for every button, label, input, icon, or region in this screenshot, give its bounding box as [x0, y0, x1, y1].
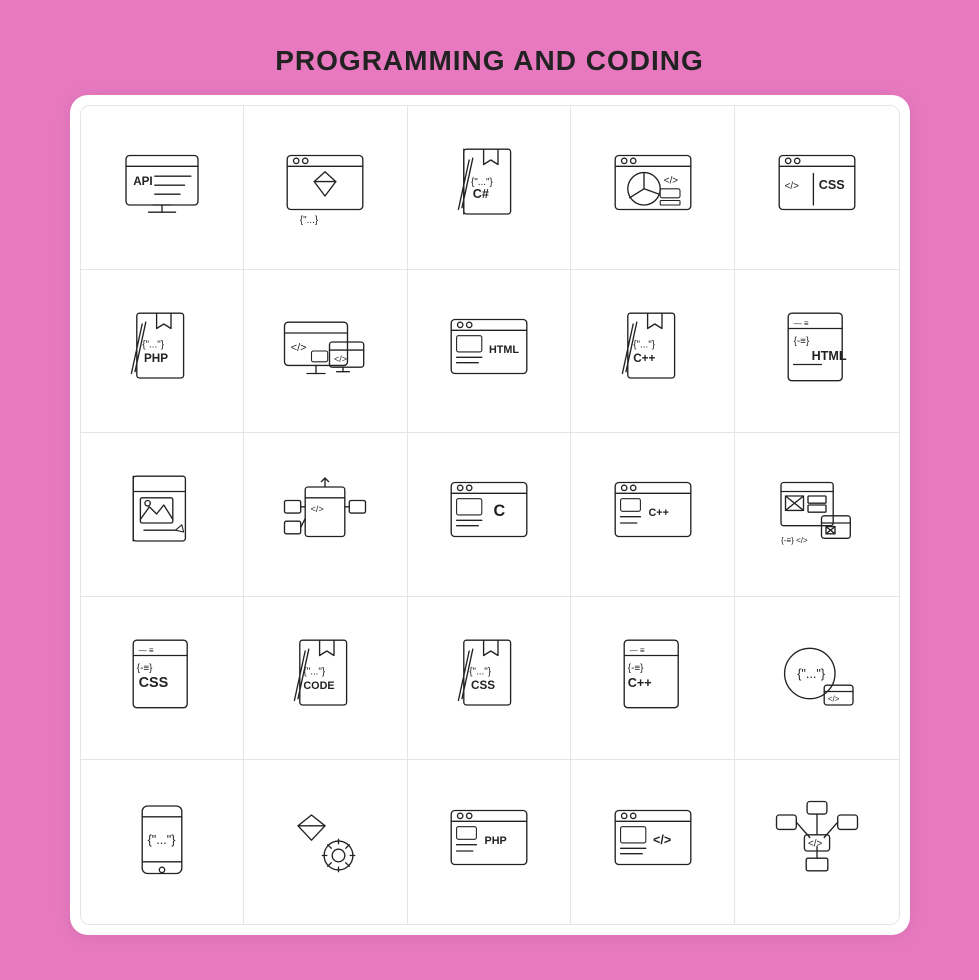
icon-grid: API {".: [80, 105, 900, 925]
svg-text:CSS: CSS: [471, 679, 495, 692]
svg-text:</>: </>: [291, 342, 307, 354]
icon-cpp-doc: — ≡ {-≡} C++: [571, 597, 735, 761]
icon-cpp-book: {"..."} C++: [571, 270, 735, 434]
icon-css-doc: — ≡ {-≡} CSS: [81, 597, 245, 761]
svg-text:— ≡: — ≡: [793, 319, 808, 328]
svg-text:CODE: CODE: [304, 680, 335, 692]
icon-code-browser2: </>: [571, 760, 735, 924]
svg-text:HTML: HTML: [811, 349, 846, 363]
svg-text:— ≡: — ≡: [138, 646, 153, 655]
icon-html-doc: — ≡ {-≡} HTML: [735, 270, 899, 434]
svg-text:— ≡: — ≡: [629, 646, 644, 655]
icon-network-stand: </>: [735, 760, 899, 924]
svg-text:{-≡}: {-≡}: [793, 336, 809, 347]
icon-csharp-book: {"..."} C#: [408, 106, 572, 270]
svg-text:{"..."}: {"..."}: [469, 666, 492, 677]
svg-text:C++: C++: [648, 507, 668, 519]
svg-text:</>: </>: [784, 181, 799, 192]
icon-code-book: {"..."} CODE: [244, 597, 408, 761]
icon-wireframe-doc: {-≡} </>: [735, 433, 899, 597]
page-title: PROGRAMMING AND CODING: [275, 45, 704, 77]
svg-text:CSS: CSS: [138, 675, 168, 691]
icon-mobile-code: {"..."}: [81, 760, 245, 924]
svg-text:</>: </>: [653, 833, 671, 847]
svg-text:API: API: [133, 175, 152, 188]
svg-text:PHP: PHP: [485, 835, 507, 847]
icon-browser-chart: </>: [571, 106, 735, 270]
icon-css-browser: </> CSS: [735, 106, 899, 270]
svg-text:</>: </>: [808, 839, 823, 850]
svg-text:{-≡} </>: {-≡} </>: [781, 536, 808, 545]
svg-text:C++: C++: [627, 676, 651, 690]
svg-text:{"..."}: {"..."}: [304, 666, 327, 677]
svg-text:{-≡}: {-≡}: [137, 663, 153, 674]
icon-php-browser2: PHP: [408, 760, 572, 924]
svg-text:PHP: PHP: [144, 352, 168, 365]
svg-text:</>: </>: [663, 176, 678, 187]
icon-code-connect: </>: [244, 433, 408, 597]
svg-text:CSS: CSS: [819, 178, 845, 192]
svg-text:{"..."}: {"..."}: [142, 339, 165, 350]
icon-code-monitor: </> </>: [244, 270, 408, 434]
icon-c-browser: C: [408, 433, 572, 597]
icon-diamond-browser: {"...}: [244, 106, 408, 270]
svg-text:</>: </>: [334, 354, 347, 364]
svg-text:{"..."}: {"..."}: [633, 339, 656, 350]
svg-text:C: C: [494, 502, 506, 520]
svg-text:HTML: HTML: [489, 344, 519, 356]
icon-card: API {".: [70, 95, 910, 935]
svg-text:{"..."}: {"..."}: [147, 833, 175, 847]
svg-text:</>: </>: [311, 505, 324, 515]
svg-text:{-≡}: {-≡}: [627, 663, 643, 674]
icon-css-book: {"..."} CSS: [408, 597, 572, 761]
svg-text:{"...}: {"...}: [300, 215, 319, 226]
svg-text:</>: </>: [828, 694, 840, 703]
svg-text:C++: C++: [633, 352, 655, 365]
icon-code-circle: {"..."} </>: [735, 597, 899, 761]
svg-text:{"..."}: {"..."}: [797, 667, 825, 681]
icon-api-monitor: API: [81, 106, 245, 270]
icon-html-browser: HTML: [408, 270, 572, 434]
icon-php-book: {"..."} PHP: [81, 270, 245, 434]
icon-cpp-browser: C++: [571, 433, 735, 597]
page-background: PROGRAMMING AND CODING API: [0, 0, 979, 980]
svg-text:C#: C#: [473, 187, 489, 201]
icon-diamond-gear: [244, 760, 408, 924]
icon-image-book: [81, 433, 245, 597]
